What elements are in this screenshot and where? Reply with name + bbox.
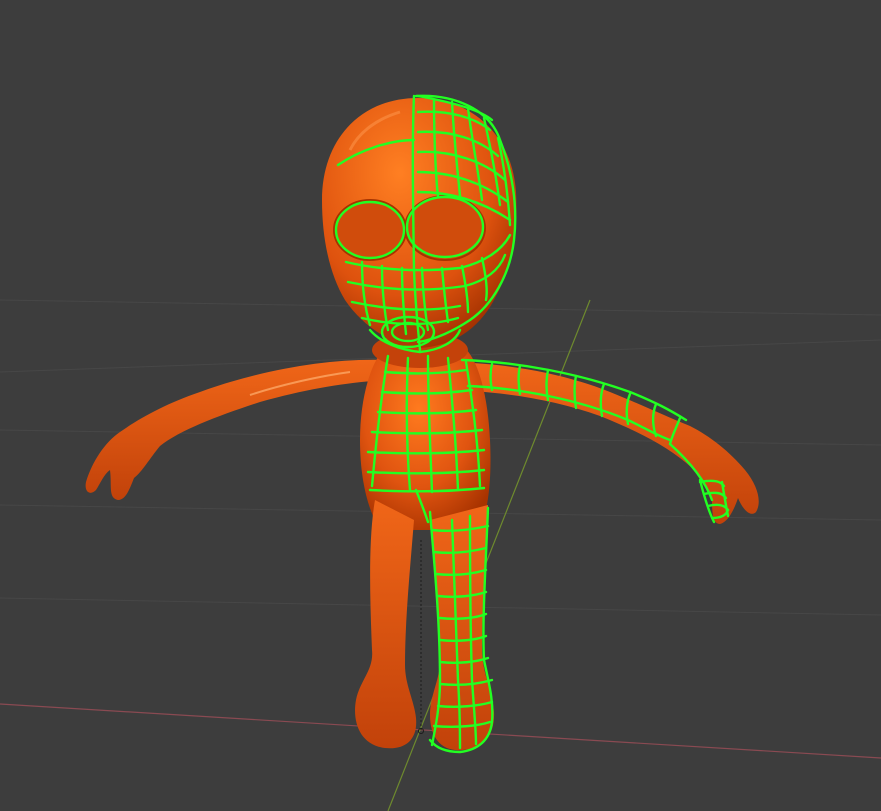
left-leg[interactable] bbox=[355, 500, 417, 749]
left-arm[interactable] bbox=[85, 359, 388, 500]
character-mesh[interactable] bbox=[85, 98, 759, 751]
3d-viewport[interactable] bbox=[0, 0, 881, 811]
eye-left bbox=[333, 199, 407, 261]
viewport-canvas[interactable] bbox=[0, 0, 881, 811]
